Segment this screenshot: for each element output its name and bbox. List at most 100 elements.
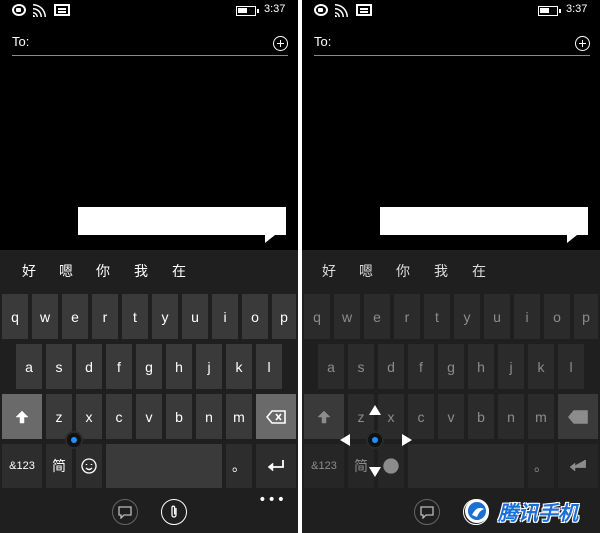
chat-icon: [118, 506, 132, 519]
key-e[interactable]: e: [62, 294, 88, 339]
cursor-control-dot[interactable]: [366, 431, 384, 449]
key-h[interactable]: h: [166, 344, 192, 389]
key-m[interactable]: m: [528, 394, 554, 439]
key-r[interactable]: r: [92, 294, 118, 339]
key-d[interactable]: d: [378, 344, 404, 389]
key-a[interactable]: a: [318, 344, 344, 389]
candidate-word[interactable]: 你: [396, 261, 410, 281]
space-key[interactable]: [106, 444, 222, 488]
key-j[interactable]: j: [196, 344, 222, 389]
candidate-word[interactable]: 我: [134, 261, 148, 281]
candidate-word[interactable]: 在: [472, 261, 486, 281]
key-s[interactable]: s: [348, 344, 374, 389]
recipient-field[interactable]: To:: [12, 34, 288, 56]
shift-key[interactable]: [304, 394, 344, 439]
sim-select-button[interactable]: [414, 499, 440, 525]
key-v[interactable]: v: [136, 394, 162, 439]
keyboard: 好 嗯 你 我 在 q w e r t y u i o p a s d f g …: [302, 250, 600, 490]
emoji-key[interactable]: [76, 444, 102, 488]
key-a[interactable]: a: [16, 344, 42, 389]
status-bar: 3:37: [0, 0, 298, 22]
app-bar: •••: [0, 490, 298, 533]
key-o[interactable]: o: [544, 294, 570, 339]
more-options-icon[interactable]: •••: [258, 492, 286, 508]
backspace-icon: [568, 409, 588, 424]
tencent-logo-icon: [464, 499, 489, 523]
key-k[interactable]: k: [226, 344, 252, 389]
candidate-word[interactable]: 嗯: [59, 261, 73, 281]
key-n[interactable]: n: [196, 394, 222, 439]
key-n[interactable]: n: [498, 394, 524, 439]
key-e[interactable]: e: [364, 294, 390, 339]
key-b[interactable]: b: [468, 394, 494, 439]
key-g[interactable]: g: [438, 344, 464, 389]
keyboard: 好 嗯 你 我 在 q w e r t y u i o p a s d f g …: [0, 250, 298, 490]
enter-key[interactable]: [256, 444, 296, 488]
add-recipient-icon[interactable]: [273, 36, 288, 51]
key-f[interactable]: f: [408, 344, 434, 389]
key-i[interactable]: i: [514, 294, 540, 339]
key-m[interactable]: m: [226, 394, 252, 439]
candidate-word[interactable]: 你: [96, 261, 110, 281]
period-key[interactable]: 。: [528, 444, 554, 488]
candidate-word[interactable]: 在: [172, 261, 186, 281]
backspace-key[interactable]: [558, 394, 598, 439]
recipient-field[interactable]: To:: [314, 34, 590, 56]
sim-select-button[interactable]: [112, 499, 138, 525]
key-j[interactable]: j: [498, 344, 524, 389]
key-t[interactable]: t: [122, 294, 148, 339]
key-b[interactable]: b: [166, 394, 192, 439]
key-d[interactable]: d: [76, 344, 102, 389]
key-l[interactable]: l: [256, 344, 282, 389]
key-p[interactable]: p: [272, 294, 296, 339]
candidate-word[interactable]: 嗯: [359, 261, 373, 281]
attach-button[interactable]: [161, 499, 187, 525]
key-k[interactable]: k: [528, 344, 554, 389]
key-r[interactable]: r: [394, 294, 420, 339]
key-c[interactable]: c: [106, 394, 132, 439]
key-q[interactable]: q: [304, 294, 330, 339]
key-i[interactable]: i: [212, 294, 238, 339]
key-l[interactable]: l: [558, 344, 584, 389]
to-label: To:: [314, 34, 332, 49]
candidate-word[interactable]: 好: [22, 261, 36, 281]
key-c[interactable]: c: [408, 394, 434, 439]
layout-switch-key[interactable]: 简: [46, 444, 72, 488]
message-input-bubble[interactable]: [380, 207, 588, 235]
space-key[interactable]: [408, 444, 524, 488]
backspace-key[interactable]: [256, 394, 296, 439]
key-u[interactable]: u: [484, 294, 510, 339]
emoji-icon: [383, 458, 399, 474]
cursor-control-dot[interactable]: [65, 431, 83, 449]
key-t[interactable]: t: [424, 294, 450, 339]
key-w[interactable]: w: [334, 294, 360, 339]
key-p[interactable]: p: [574, 294, 598, 339]
layout-switch-key[interactable]: 简: [348, 444, 374, 488]
key-x[interactable]: x: [378, 394, 404, 439]
candidate-word[interactable]: 我: [434, 261, 448, 281]
symbols-key[interactable]: &123: [2, 444, 42, 488]
shift-arrow-icon: [15, 410, 29, 423]
shift-key[interactable]: [2, 394, 42, 439]
message-input-bubble[interactable]: [78, 207, 286, 235]
key-w[interactable]: w: [32, 294, 58, 339]
key-q[interactable]: q: [2, 294, 28, 339]
key-h[interactable]: h: [468, 344, 494, 389]
key-v[interactable]: v: [438, 394, 464, 439]
key-y[interactable]: y: [454, 294, 480, 339]
emoji-key[interactable]: [378, 444, 404, 488]
key-f[interactable]: f: [106, 344, 132, 389]
key-s[interactable]: s: [46, 344, 72, 389]
symbols-key[interactable]: &123: [304, 444, 344, 488]
candidate-word[interactable]: 好: [322, 261, 336, 281]
phone-screen-right: 3:37 To: 好 嗯 你 我 在 q w e r t y u i o p a…: [302, 0, 600, 533]
key-u[interactable]: u: [182, 294, 208, 339]
add-recipient-icon[interactable]: [575, 36, 590, 51]
key-y[interactable]: y: [152, 294, 178, 339]
to-label: To:: [12, 34, 30, 49]
key-o[interactable]: o: [242, 294, 268, 339]
battery-icon: [236, 6, 259, 16]
period-key[interactable]: 。: [226, 444, 252, 488]
enter-key[interactable]: [558, 444, 598, 488]
key-g[interactable]: g: [136, 344, 162, 389]
